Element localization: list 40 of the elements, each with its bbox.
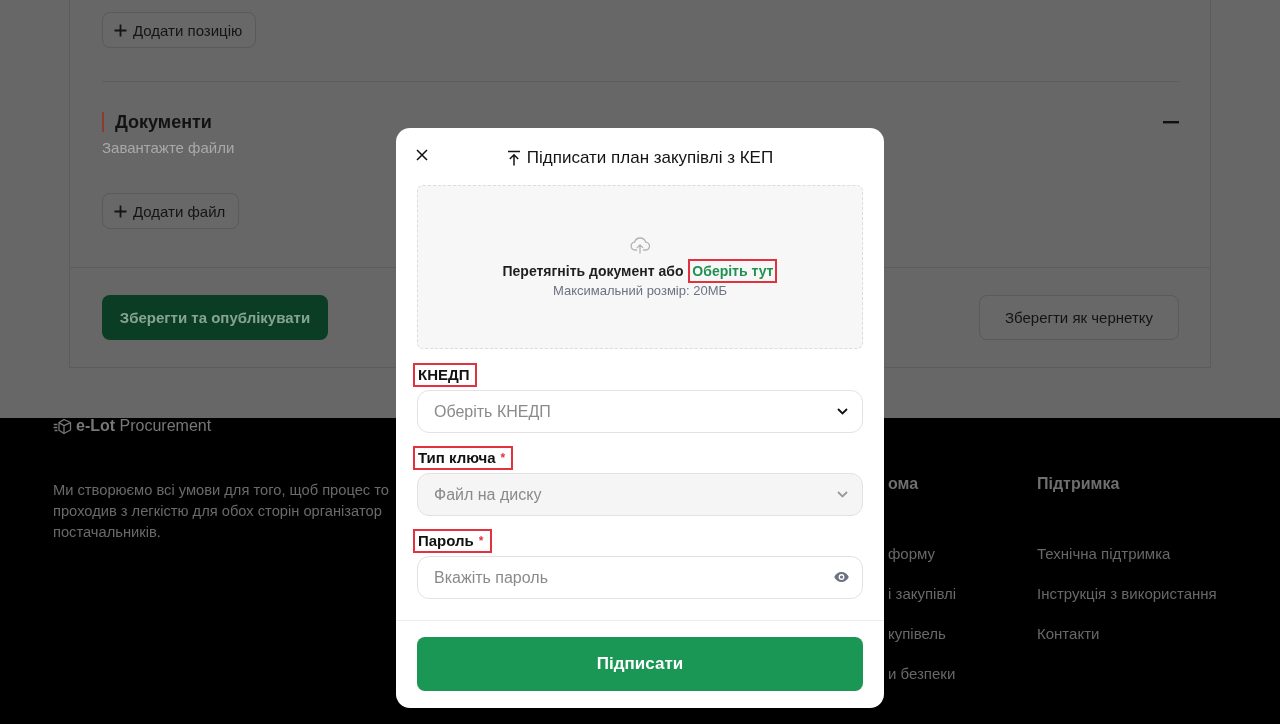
chevron-down-icon — [837, 408, 848, 415]
close-icon[interactable] — [416, 149, 428, 161]
plus-icon — [114, 23, 127, 37]
sign-button[interactable]: Підписати — [417, 637, 863, 691]
eye-icon[interactable] — [834, 572, 849, 582]
add-file-button[interactable]: Додати файл — [102, 193, 240, 229]
select-field[interactable]: Оберіть КНЕДП — [417, 390, 863, 433]
footer-description-line: постачальників. — [53, 523, 161, 542]
footer-column-heading: Підтримка — [1037, 474, 1120, 494]
dialog-title: Підписати план закупівлі з КЕП — [526, 147, 774, 169]
section-subtitle: Завантажте файли — [102, 138, 235, 158]
chevron-down-icon — [837, 491, 848, 498]
footer-link[interactable]: і закупівлі — [888, 584, 957, 604]
footer-link[interactable]: Інструкція з використання — [1037, 584, 1217, 604]
footer-link[interactable]: Технічна підтримка — [1037, 544, 1171, 564]
password-field[interactable]: Вкажіть пароль — [417, 556, 863, 599]
cloud-upload-icon — [630, 235, 650, 254]
footer-column-heading: ома — [888, 474, 919, 494]
plus-icon — [114, 204, 127, 218]
publish-button[interactable]: Зберегти та опублікувати — [102, 295, 328, 340]
add-position-button[interactable]: Додати позицію — [102, 12, 257, 48]
footer-link[interactable]: и безпеки — [888, 664, 956, 684]
footer-logo-text: e-Lot Procurement — [76, 418, 212, 434]
upload-icon — [506, 150, 521, 166]
footer-link[interactable]: купівель — [888, 624, 946, 644]
save-draft-button[interactable]: Зберегти як чернетку — [979, 295, 1179, 340]
minus-icon[interactable] — [1163, 120, 1179, 124]
field-label: КНЕДП — [413, 363, 478, 387]
footer-link[interactable]: Контакти — [1037, 624, 1100, 644]
footer-link[interactable]: форму — [888, 544, 935, 564]
choose-file-link[interactable]: Оберіть тут — [688, 258, 778, 283]
footer-description-line: проходив з легкістю для обох сторін організатор — [53, 502, 382, 521]
field-label: Пароль * — [413, 529, 492, 553]
cube-logo-icon — [53, 417, 72, 435]
footer-description-line: Ми створюємо всі умови для того, щоб процес то — [53, 481, 389, 500]
file-dropzone[interactable]: Перетягніть документ або Оберіть тут Максимальний розмір: 20МБ — [417, 185, 863, 349]
field-label: Тип ключа * — [413, 446, 514, 470]
dropzone-text: Перетягніть документ або Оберіть тут — [502, 260, 778, 281]
dropzone-hint: Максимальний розмір: 20МБ — [553, 281, 727, 299]
section-title: Документи — [102, 112, 212, 132]
